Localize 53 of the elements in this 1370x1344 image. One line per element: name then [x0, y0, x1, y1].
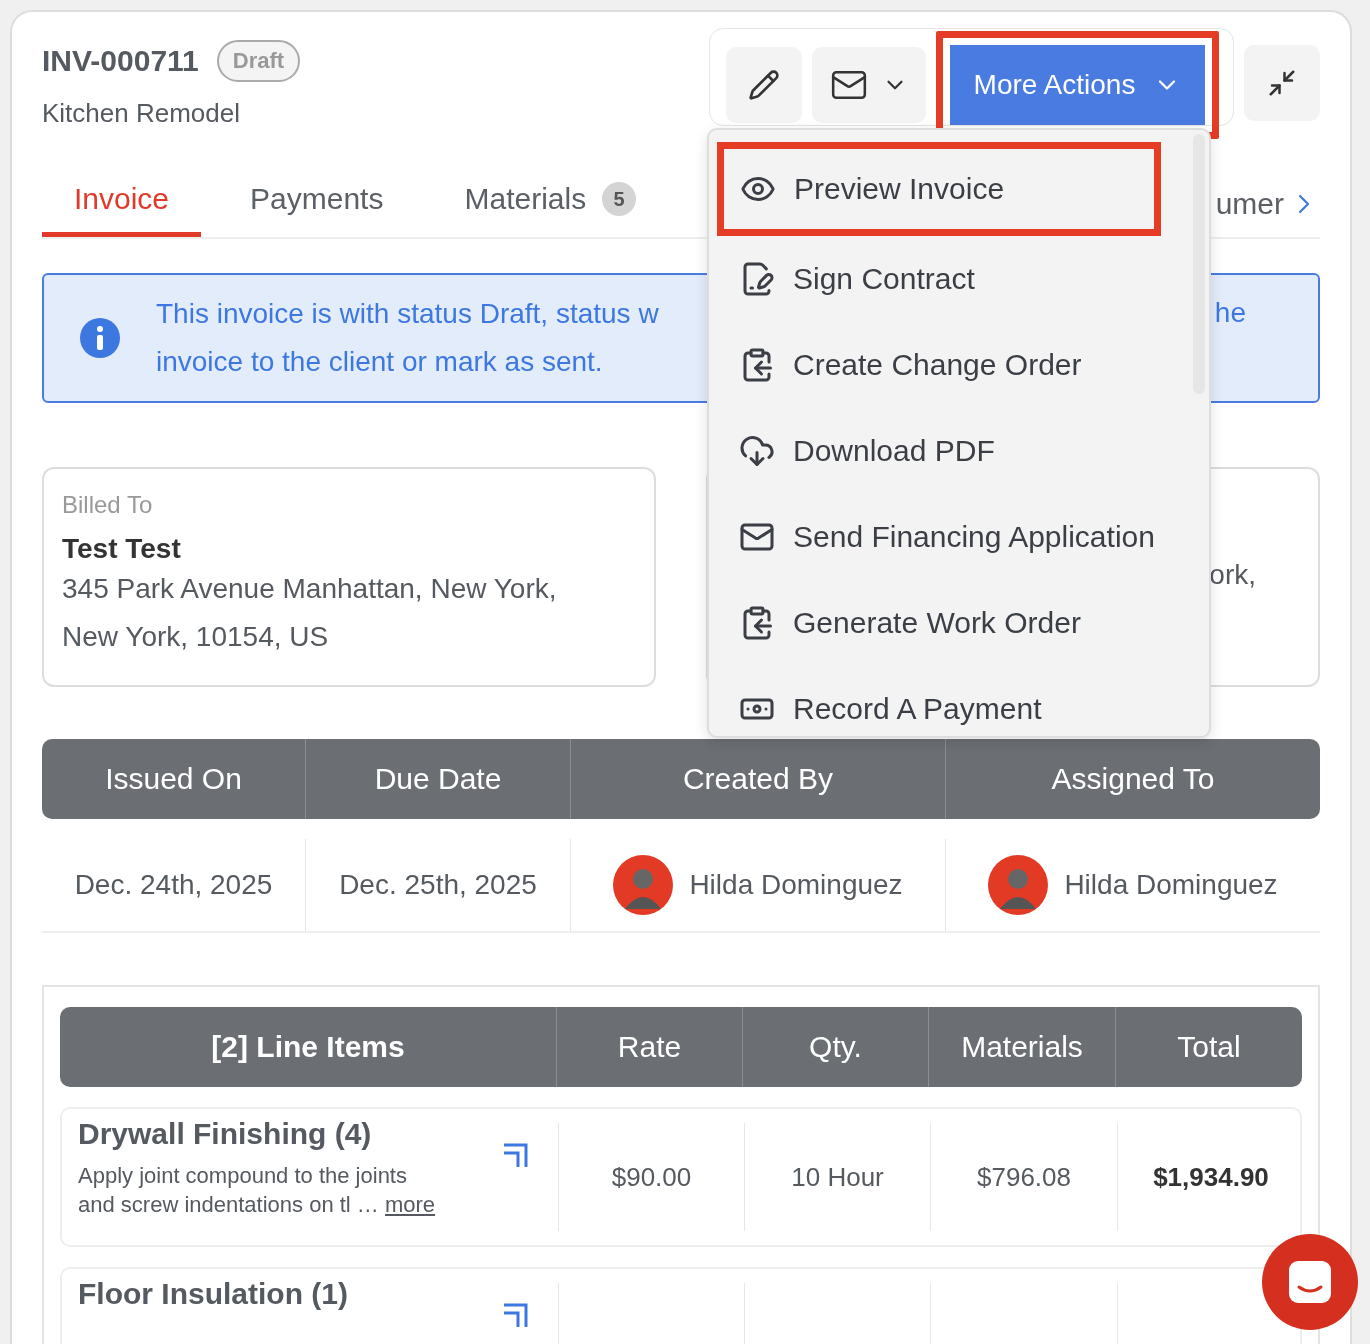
count-badge: 5	[602, 182, 637, 216]
person-name: Hilda Dominguez	[689, 869, 903, 901]
tab[interactable]: Invoice	[42, 182, 202, 237]
column-header: Issued On	[104, 761, 243, 797]
avatar-icon	[613, 855, 674, 915]
collapse-button[interactable]	[1244, 45, 1320, 121]
column-header: Materials	[928, 1007, 1115, 1087]
cloud-download-icon	[739, 433, 775, 469]
client-name: Test Test	[62, 533, 182, 565]
item-name: Drywall Finishing (4)	[78, 1117, 373, 1151]
total-value: $1,934.90	[1153, 1161, 1269, 1193]
column-header: Qty.	[742, 1007, 928, 1087]
materials-value: $796.08	[977, 1161, 1071, 1193]
more-link[interactable]: more	[384, 1192, 436, 1217]
quantity-value: 10 Hour	[791, 1161, 884, 1193]
chat-icon	[1287, 1259, 1333, 1305]
avatar-icon	[988, 855, 1049, 915]
client-address: 345 Park Avenue Manhattan, New York, New York, 10154, US	[62, 572, 558, 654]
project-name: Kitchen Remodel	[42, 98, 241, 129]
pencil-icon	[748, 69, 780, 101]
column-header: Created By	[570, 739, 945, 819]
menu-item[interactable]: Preview Invoice	[717, 142, 1161, 236]
menu-item[interactable]: Create Change Order	[717, 322, 1161, 408]
tab[interactable]: Payments	[218, 182, 416, 237]
item-name: Floor Insulation (1)	[78, 1277, 348, 1311]
collapse-icon	[1267, 68, 1297, 98]
billed-to-label: Billed To	[62, 491, 154, 519]
rate-value: $90.00	[611, 1161, 692, 1193]
status-badge: Draft	[216, 40, 301, 82]
more-actions-button[interactable]: More Actions	[936, 31, 1219, 139]
column-header: Rate	[556, 1007, 742, 1087]
person-name: Hilda Dominguez	[1064, 869, 1278, 901]
menu-item[interactable]: Record A Payment	[717, 666, 1161, 736]
date-value: Dec. 25th, 2025	[339, 869, 537, 901]
menu-item[interactable]: Download PDF	[717, 408, 1161, 494]
menu-item[interactable]: Generate Work Order	[717, 580, 1161, 666]
email-button[interactable]	[812, 47, 926, 123]
menu-item[interactable]: Send Financing Application	[717, 494, 1161, 580]
info-icon	[80, 318, 120, 358]
date-value: Dec. 24th, 2025	[74, 869, 273, 901]
column-header: Total	[1115, 1007, 1302, 1087]
menu-item[interactable]: Sign Contract	[717, 236, 1161, 322]
info-message: This invoice is with status Draft, status w invoice to the client or mark as sent.	[156, 297, 659, 379]
item-description: Apply joint compound to the joints and screw indentations on tl … more	[78, 1162, 436, 1219]
column-header: [2] Line Items	[210, 1029, 406, 1065]
edit-button[interactable]	[726, 47, 802, 123]
info-message-fragment: he	[1214, 297, 1246, 329]
tab[interactable]: umer	[1215, 187, 1284, 221]
column-header: Due Date	[305, 739, 570, 819]
tab[interactable]: Materials 5	[432, 182, 669, 237]
invoice-number: INV-000711	[42, 44, 199, 78]
column-header: Assigned To	[945, 739, 1320, 819]
address-fragment: ork,	[1208, 559, 1256, 591]
